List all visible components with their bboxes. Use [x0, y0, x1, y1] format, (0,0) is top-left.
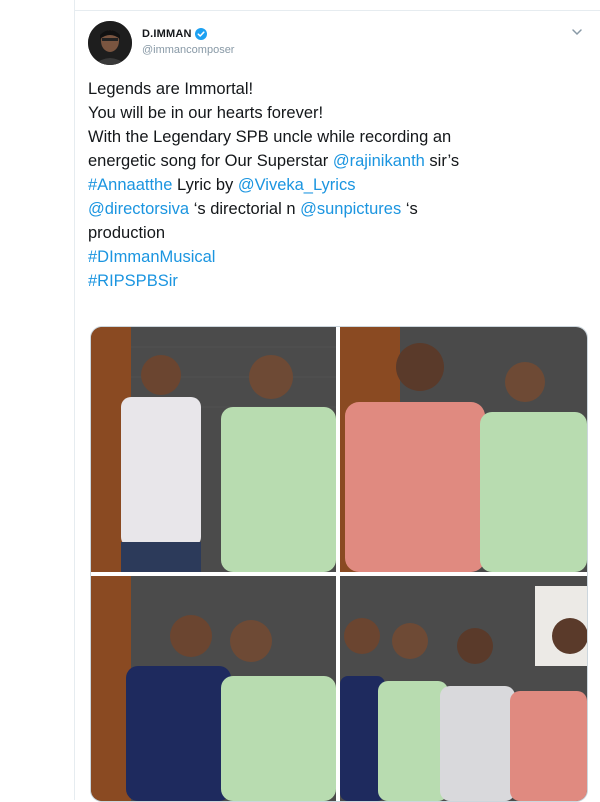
- user-handle[interactable]: @immancomposer: [142, 44, 234, 56]
- mention-link[interactable]: @sunpictures: [300, 200, 401, 218]
- hashtag-link[interactable]: #Annaatthe: [88, 176, 172, 194]
- hashtag-link[interactable]: #DImmanMusical: [88, 248, 215, 266]
- mention-link[interactable]: @directorsiva: [88, 200, 189, 218]
- left-gutter: [0, 0, 75, 800]
- tweet-text: Legends are Immortal! You will be in our…: [88, 77, 588, 293]
- photo-3[interactable]: [91, 576, 336, 801]
- tweet-text-segment: ‘s directorial n: [189, 200, 301, 218]
- tweet-line: @directorsiva ‘s directorial n @sunpictu…: [88, 197, 588, 221]
- tweet-text-segment: Lyric by: [172, 176, 238, 194]
- media-grid: [90, 326, 588, 802]
- mention-link[interactable]: @Viveka_Lyrics: [238, 176, 356, 194]
- photo-2[interactable]: [340, 327, 587, 572]
- tweet-text-segment: energetic song for Our Superstar: [88, 152, 333, 170]
- tweet-text-segment: ‘s: [401, 200, 418, 218]
- tweet-line: You will be in our hearts forever!: [88, 104, 324, 122]
- avatar[interactable]: [88, 21, 132, 65]
- photo-1[interactable]: [91, 327, 336, 572]
- tweet-line: With the Legendary SPB uncle while recor…: [88, 128, 452, 146]
- hashtag-link[interactable]: #RIPSPBSir: [88, 272, 178, 290]
- tweet-line: production: [88, 224, 166, 242]
- tweet-line: #RIPSPBSir: [88, 269, 588, 293]
- tweet-line: #Annaatthe Lyric by @Viveka_Lyrics: [88, 173, 588, 197]
- mention-link[interactable]: @rajinikanth: [333, 152, 425, 170]
- photo-4[interactable]: [340, 576, 587, 801]
- tweet-line: #DImmanMusical: [88, 245, 588, 269]
- verified-badge-icon: [194, 28, 207, 40]
- tweet-header: D.IMMAN @immancomposer: [142, 24, 234, 56]
- tweet-line: energetic song for Our Superstar @rajini…: [88, 149, 588, 173]
- chevron-down-icon[interactable]: [570, 25, 584, 39]
- tweet-text-segment: sir’s: [424, 152, 460, 170]
- display-name-text[interactable]: D.IMMAN: [142, 28, 192, 40]
- tweet-card[interactable]: D.IMMAN @immancomposer Legends are Immor…: [75, 11, 600, 802]
- tweet-line: Legends are Immortal!: [88, 80, 254, 98]
- display-name[interactable]: D.IMMAN: [142, 28, 207, 40]
